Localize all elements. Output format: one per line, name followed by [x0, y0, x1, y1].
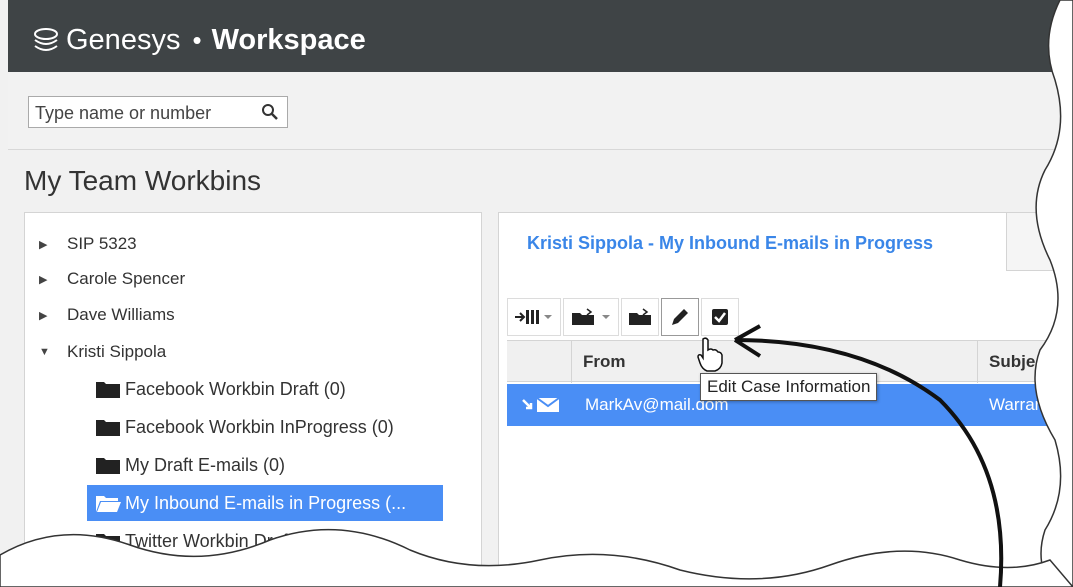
transfer-icon [515, 310, 552, 324]
tooltip-edit-case-information: Edit Case Information [700, 373, 878, 401]
column-divider [977, 341, 978, 383]
tree-item-carole-spencer[interactable]: ▶ Carole Spencer [25, 263, 185, 295]
folder-label: Twitter Workbin InProgress (0) [125, 568, 368, 587]
tree-item-label: Dave Williams [67, 305, 175, 324]
folder-my-inbound-emails-in-progress[interactable]: My Inbound E-mails in Progress (... [87, 485, 443, 521]
folder-icon [96, 534, 120, 550]
folder-label: Facebook Workbin Draft (0) [125, 378, 346, 399]
search-input[interactable] [35, 102, 255, 124]
folder-my-draft-emails[interactable]: My Draft E-mails (0) [87, 447, 443, 483]
search-box[interactable] [28, 96, 288, 128]
column-divider [571, 341, 572, 383]
cell-subject: Warrant [989, 395, 1049, 414]
folder-label: My Draft E-mails (0) [125, 454, 286, 475]
workbin-tree: ▶ SIP 5323 ▶ Carole Spencer ▶ Dave Willi… [24, 212, 482, 587]
tree-item-label: Carole Spencer [67, 269, 186, 288]
folder-icon [96, 420, 120, 436]
folder-facebook-workbin-inprogress[interactable]: Facebook Workbin InProgress (0) [87, 409, 443, 445]
open-folder-icon [96, 496, 121, 512]
expand-arrow-icon[interactable]: ▶ [39, 238, 49, 251]
edit-case-information-button[interactable] [661, 298, 699, 336]
tree-item-sip-5323[interactable]: ▶ SIP 5323 [25, 228, 137, 260]
folder-icon [96, 382, 120, 398]
edit-pencil-icon [672, 309, 688, 325]
folder-facebook-workbin-draft[interactable]: Facebook Workbin Draft (0) [87, 371, 443, 407]
folder-label: Facebook Workbin InProgress (0) [125, 416, 394, 437]
folder-twitter-workbin-inprogress[interactable]: Twitter Workbin InProgress (0) [87, 561, 443, 587]
workspace-window: Genesys • Workspace My Team Workbins ▶ S… [0, 0, 1073, 587]
brand: Genesys • Workspace [32, 22, 366, 58]
column-header-from[interactable]: From [583, 352, 626, 372]
tree-item-kristi-sippola[interactable]: ▼ Kristi Sippola [25, 336, 166, 368]
folder-label: My Inbound E-mails in Progress (... [125, 492, 407, 513]
tree-item-label: Kristi Sippola [67, 342, 167, 361]
folder-icon [96, 458, 120, 474]
folder-label: Twitter Workbin Draft (0) [125, 530, 320, 551]
move-to-folder-icon [572, 308, 610, 325]
search-bar [8, 72, 1073, 150]
expand-arrow-icon[interactable]: ▶ [39, 309, 49, 322]
folder-twitter-workbin-draft[interactable]: Twitter Workbin Draft (0) [87, 523, 443, 559]
move-to-folder-button[interactable] [563, 298, 619, 336]
column-header-subject[interactable]: Subject [989, 352, 1050, 372]
brand-name: Genesys [66, 24, 181, 56]
tree-item-dave-williams[interactable]: ▶ Dave Williams [25, 299, 175, 331]
tab-kristi-sippola-inbound-emails[interactable]: Kristi Sippola - My Inbound E-mails in P… [499, 213, 1007, 271]
open-folder-button[interactable] [621, 298, 659, 336]
checkbox-icon [712, 309, 728, 325]
collapse-arrow-icon[interactable]: ▼ [39, 346, 50, 358]
search-icon[interactable] [261, 103, 279, 121]
genesys-logo-icon [34, 28, 58, 51]
brand-separator: • [192, 25, 202, 55]
transfer-button[interactable] [507, 298, 561, 336]
workbin-toolbar [507, 298, 741, 338]
mark-done-button[interactable] [701, 298, 739, 336]
tab-strip: Kristi Sippola - My Inbound E-mails in P… [499, 213, 1073, 271]
tree-item-label: SIP 5323 [67, 234, 137, 253]
product-name: Workspace [211, 24, 366, 56]
inbound-email-icon [522, 397, 560, 412]
app-header: Genesys • Workspace [8, 0, 1073, 72]
page-title: My Team Workbins [24, 165, 262, 196]
open-folder-icon [629, 308, 651, 325]
expand-arrow-icon[interactable]: ▶ [39, 273, 49, 286]
folder-icon [96, 572, 120, 587]
